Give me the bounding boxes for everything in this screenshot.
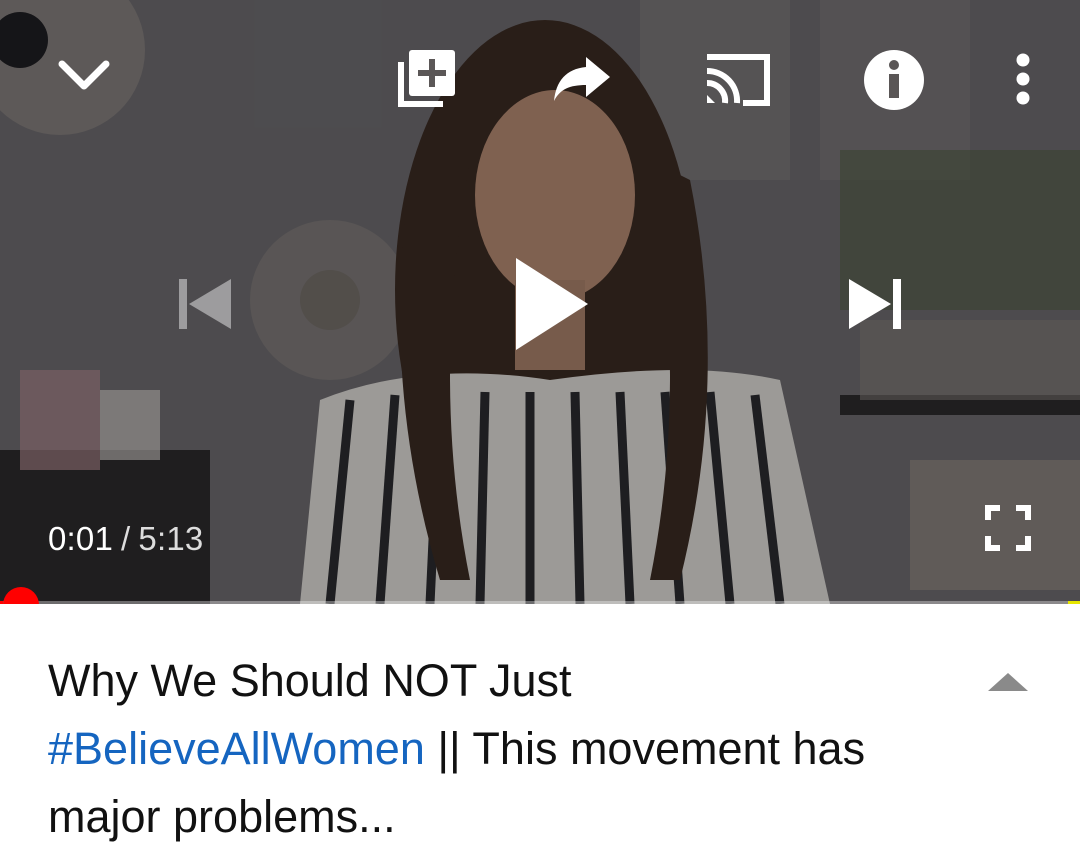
more-vert-icon: [1016, 53, 1030, 105]
skip-previous-icon: [179, 279, 231, 329]
fullscreen-button[interactable]: [982, 502, 1034, 554]
next-video-button[interactable]: [844, 272, 908, 336]
fullscreen-icon: [985, 505, 1031, 551]
share-icon: [554, 57, 610, 101]
cast-icon: [706, 54, 770, 106]
add-to-queue-icon: [398, 50, 455, 107]
video-title: Why We Should NOT Just #BelieveAllWomen …: [48, 647, 928, 851]
skip-next-icon: [849, 279, 901, 329]
time-display: 0:01/5:13: [48, 520, 203, 558]
caret-up-icon: [988, 673, 1028, 691]
more-options-button[interactable]: [1004, 48, 1042, 110]
video-title-text: Why We Should NOT Just: [48, 655, 572, 706]
time-separator: /: [121, 520, 131, 557]
chevron-down-icon: [58, 60, 110, 90]
progress-bar[interactable]: [0, 601, 1080, 604]
add-to-queue-button[interactable]: [393, 44, 461, 112]
minimize-button[interactable]: [52, 44, 116, 108]
previous-video-button[interactable]: [172, 272, 236, 336]
expand-description-button[interactable]: [986, 669, 1030, 695]
play-icon: [516, 258, 588, 350]
title-hashtag-link[interactable]: #BelieveAllWomen: [48, 723, 425, 774]
current-time: 0:01: [48, 520, 114, 557]
cast-button[interactable]: [700, 48, 774, 110]
share-button[interactable]: [550, 50, 614, 106]
total-duration: 5:13: [138, 520, 204, 557]
progress-marker: [1068, 601, 1080, 604]
info-icon: [864, 50, 924, 110]
video-info-panel: Why We Should NOT Just #BelieveAllWomen …: [0, 607, 1080, 851]
video-player[interactable]: 0:01/5:13: [0, 0, 1080, 604]
play-button[interactable]: [504, 250, 596, 358]
info-button[interactable]: [862, 48, 926, 112]
